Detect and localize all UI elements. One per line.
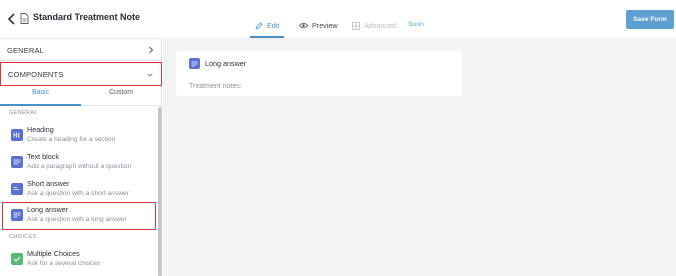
tab-advanced: Advanced (352, 21, 396, 30)
heading-icon (11, 129, 23, 141)
subtab-active-indicator (0, 104, 81, 106)
group-label-general: GENERAL (9, 110, 38, 116)
subtab-basic[interactable]: Basic (32, 89, 49, 96)
checkbox-icon (11, 253, 23, 265)
grid-icon (352, 21, 360, 30)
soon-badge: Soon (408, 21, 424, 28)
chevron-right-icon (149, 46, 154, 54)
components-section-label: COMPONENTS (8, 70, 64, 79)
component-title: Multiple Choices (27, 249, 80, 258)
component-title: Text block (27, 152, 59, 161)
components-section-header[interactable]: COMPONENTS (0, 62, 162, 86)
general-section-label: GENERAL (7, 46, 44, 55)
field-question-label: Treatment notes: (189, 83, 242, 90)
component-description: Ask a question with a short answer (27, 190, 129, 197)
tab-preview-label: Preview (312, 21, 338, 30)
component-description: Ask a question with a long answer (27, 216, 127, 223)
component-long-answer[interactable]: Long answer Ask a question with a long a… (2, 202, 156, 230)
field-type-label: Long answer (205, 59, 247, 68)
component-short-answer[interactable]: Short answer Ask a question with a short… (2, 177, 156, 203)
component-text-block[interactable]: Text block Add a paragraph without a que… (2, 150, 156, 176)
chevron-down-icon (147, 73, 153, 77)
tab-advanced-label: Advanced (364, 21, 396, 30)
text-block-icon (11, 156, 23, 168)
form-field-card[interactable]: Long answer Treatment notes: (176, 51, 462, 96)
back-arrow-icon[interactable] (7, 13, 17, 25)
components-sidebar: GENERAL COMPONENTS Basic Custom GENERAL … (0, 38, 162, 276)
eye-icon (299, 22, 308, 29)
component-title: Long answer (27, 205, 69, 214)
long-answer-icon (189, 58, 200, 69)
short-answer-icon (11, 183, 23, 195)
component-description: Add a paragraph without a question (27, 163, 132, 170)
save-form-button[interactable]: Save Form (626, 10, 674, 29)
component-multiple-choices[interactable]: Multiple Choices Ask for a several choic… (2, 247, 156, 273)
tab-edit[interactable]: Edit (255, 21, 279, 30)
form-canvas: Long answer Treatment notes: (163, 38, 676, 276)
tab-edit-label: Edit (267, 21, 280, 30)
component-heading[interactable]: Heading Create a heading for a section (2, 123, 156, 149)
page-title: Standard Treatment Note (33, 12, 141, 22)
top-bar: Standard Treatment Note Edit Preview Adv… (0, 0, 676, 38)
general-section-header[interactable]: GENERAL (0, 39, 162, 61)
sidebar-scrollbar[interactable] (158, 107, 162, 276)
document-icon (20, 13, 29, 24)
group-label-choices: CHOICES (9, 234, 37, 240)
component-title: Heading (27, 125, 54, 134)
long-answer-icon (11, 209, 23, 221)
component-title: Short answer (27, 179, 70, 188)
tab-preview[interactable]: Preview (299, 21, 338, 30)
pencil-icon (255, 21, 263, 30)
component-description: Create a heading for a section (27, 136, 116, 143)
component-description: Ask for a several choices (27, 260, 101, 267)
subtab-custom[interactable]: Custom (109, 89, 133, 96)
